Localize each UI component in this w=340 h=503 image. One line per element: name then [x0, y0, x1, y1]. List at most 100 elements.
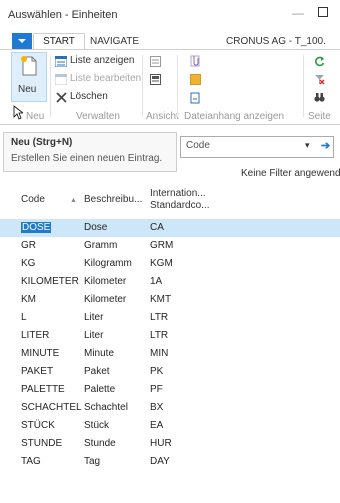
table-row[interactable]: TAG Tag DAY: [0, 453, 340, 471]
view-detail-icon[interactable]: [150, 74, 161, 85]
cell-code[interactable]: SCHACHTEL: [21, 402, 82, 413]
page-group-label: Seite: [308, 111, 331, 122]
table-row[interactable]: KG Kilogramm KGM: [0, 255, 340, 273]
list-edit-icon: [55, 74, 67, 85]
view-group-label: Ansicht: [146, 111, 179, 122]
apply-filter-arrow-icon[interactable]: ➔: [321, 139, 330, 152]
tab-start[interactable]: START: [33, 33, 85, 50]
tab-navigate[interactable]: NAVIGATE: [90, 36, 139, 47]
cell-code-wrapper: SCHACHTEL: [21, 402, 82, 413]
cell-code[interactable]: DOSE: [21, 222, 52, 233]
cell-description[interactable]: Liter: [84, 312, 103, 323]
table-row[interactable]: KM Kilometer KMT: [0, 291, 340, 309]
column-header-description[interactable]: Beschreibu...: [84, 194, 142, 206]
note-icon[interactable]: [190, 74, 201, 85]
window-title: Auswählen - Einheiten: [8, 9, 118, 21]
minimize-button[interactable]: —: [292, 6, 304, 20]
cell-description[interactable]: Kilometer: [84, 276, 126, 287]
table-row[interactable]: KILOMETER Kilometer 1A: [0, 273, 340, 291]
cell-code-wrapper: L: [21, 312, 27, 323]
cell-code[interactable]: STÜCK: [21, 420, 55, 431]
cell-code-wrapper: STÜCK: [21, 420, 55, 431]
refresh-icon[interactable]: [314, 56, 325, 67]
cell-code[interactable]: KILOMETER: [21, 276, 79, 287]
cell-international-code[interactable]: PK: [150, 366, 163, 377]
list-view-icon: [55, 56, 67, 67]
filter-field-select[interactable]: Code ▾ ➔: [180, 136, 334, 158]
cell-code[interactable]: GR: [21, 240, 36, 251]
cell-code[interactable]: MINUTE: [21, 348, 59, 359]
list-view-label: Liste anzeigen: [70, 55, 135, 66]
view-icon[interactable]: [150, 56, 161, 67]
table-row[interactable]: LITER Liter LTR: [0, 327, 340, 345]
cell-description[interactable]: Liter: [84, 330, 103, 341]
table-row[interactable]: PALETTE Palette PF: [0, 381, 340, 399]
link-document-icon[interactable]: [190, 92, 201, 104]
table-row[interactable]: PAKET Paket PK: [0, 363, 340, 381]
cell-code[interactable]: KG: [21, 258, 35, 269]
table-row[interactable]: GR Gramm GRM: [0, 237, 340, 255]
column-header-code[interactable]: Code: [21, 194, 45, 206]
tooltip-description: Erstellen Sie einen neuen Eintrag.: [11, 153, 163, 164]
cell-code-wrapper: STUNDE: [21, 438, 62, 449]
cell-code[interactable]: L: [21, 312, 27, 323]
cell-description[interactable]: Stunde: [84, 438, 116, 449]
column-header-international[interactable]: Internation... Standardco...: [150, 188, 209, 212]
cell-international-code[interactable]: LTR: [150, 330, 168, 341]
group-separator: [303, 55, 304, 117]
cell-description[interactable]: Stück: [84, 420, 109, 431]
cell-international-code[interactable]: MIN: [150, 348, 168, 359]
new-button-label: Neu: [18, 84, 37, 95]
cell-description[interactable]: Minute: [84, 348, 114, 359]
cell-description[interactable]: Palette: [84, 384, 115, 395]
chevron-down-icon[interactable]: ▾: [305, 140, 310, 151]
clear-filter-icon[interactable]: [314, 74, 325, 85]
table-row[interactable]: L Liter LTR: [0, 309, 340, 327]
cell-international-code[interactable]: LTR: [150, 312, 168, 323]
cell-international-code[interactable]: DAY: [150, 456, 170, 467]
filter-status: Keine Filter angewendet: [241, 168, 340, 179]
table-row[interactable]: STÜCK Stück EA: [0, 417, 340, 435]
cell-international-code[interactable]: BX: [150, 402, 163, 413]
cell-international-code[interactable]: 1A: [150, 276, 162, 287]
cell-code-wrapper: TAG: [21, 456, 41, 467]
cell-description[interactable]: Gramm: [84, 240, 117, 251]
cell-code[interactable]: KM: [21, 294, 36, 305]
cell-international-code[interactable]: KMT: [150, 294, 171, 305]
list-edit-label: Liste bearbeiten: [70, 73, 142, 84]
cell-description[interactable]: Kilogramm: [84, 258, 132, 269]
cell-code-wrapper: KILOMETER: [21, 276, 79, 287]
cell-description[interactable]: Tag: [84, 456, 100, 467]
filter-field-value: Code: [186, 140, 210, 151]
table-row[interactable]: DOSE Dose CA: [0, 219, 340, 237]
cell-description[interactable]: Schachtel: [84, 402, 128, 413]
title-bar: Auswählen - Einheiten —: [0, 0, 340, 30]
cell-description[interactable]: Paket: [84, 366, 110, 377]
cell-code[interactable]: STUNDE: [21, 438, 62, 449]
cell-description[interactable]: Kilometer: [84, 294, 126, 305]
table-row[interactable]: MINUTE Minute MIN: [0, 345, 340, 363]
table-row[interactable]: STUNDE Stunde HUR: [0, 435, 340, 453]
cell-code[interactable]: PALETTE: [21, 384, 65, 395]
app-menu-dropdown-icon[interactable]: [12, 33, 32, 49]
mouse-cursor-icon: [13, 105, 23, 120]
cell-code[interactable]: LITER: [21, 330, 49, 341]
cell-code[interactable]: PAKET: [21, 366, 53, 377]
cell-description[interactable]: Dose: [84, 222, 107, 233]
cell-international-code[interactable]: KGM: [150, 258, 173, 269]
attachment-icon[interactable]: [190, 55, 201, 67]
cell-international-code[interactable]: HUR: [150, 438, 172, 449]
cell-code-wrapper: DOSE: [21, 222, 52, 233]
company-name[interactable]: CRONUS AG - T_100.: [226, 36, 326, 47]
cell-code-wrapper: LITER: [21, 330, 49, 341]
cell-code[interactable]: TAG: [21, 456, 41, 467]
new-button[interactable]: Neu: [11, 52, 47, 102]
maximize-button[interactable]: [318, 7, 328, 17]
cell-code-wrapper: KM: [21, 294, 36, 305]
find-binoculars-icon[interactable]: [314, 92, 325, 103]
cell-international-code[interactable]: EA: [150, 420, 163, 431]
table-row[interactable]: SCHACHTEL Schachtel BX: [0, 399, 340, 417]
cell-international-code[interactable]: CA: [150, 222, 164, 233]
cell-international-code[interactable]: PF: [150, 384, 163, 395]
cell-international-code[interactable]: GRM: [150, 240, 173, 251]
